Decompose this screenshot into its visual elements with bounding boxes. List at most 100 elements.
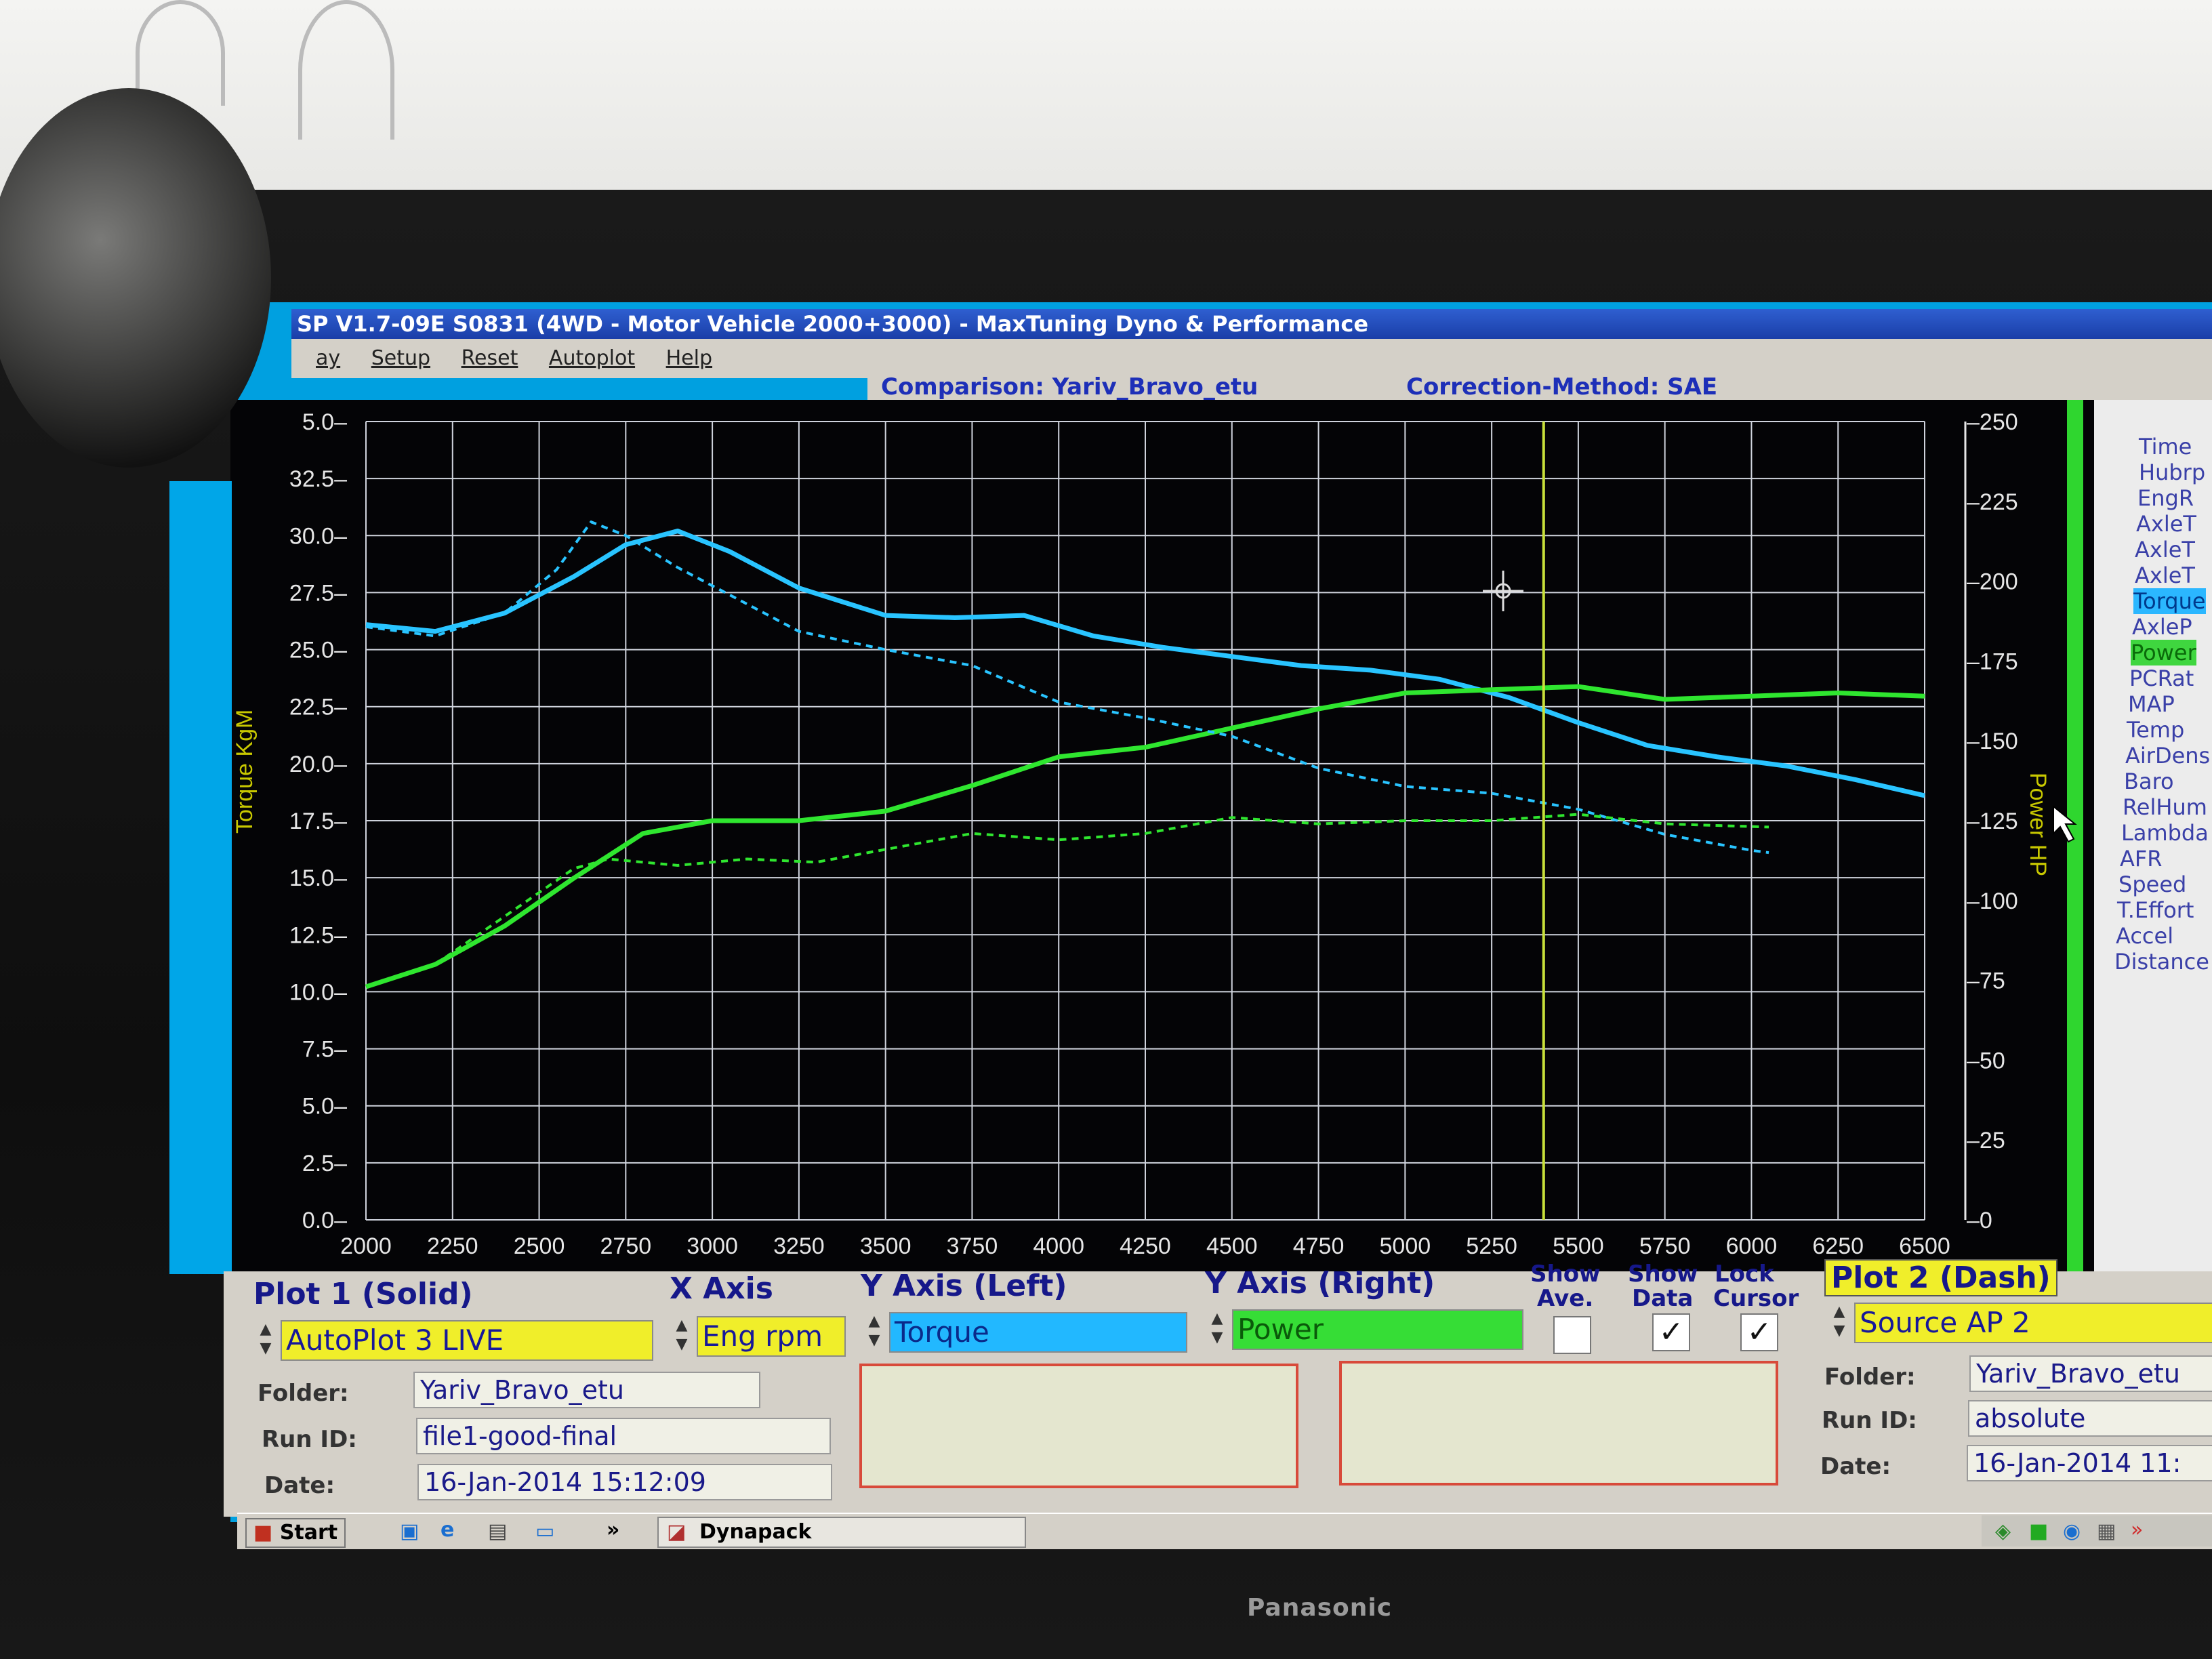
- x-tick-label: 6000: [1726, 1233, 1778, 1259]
- notes-box-left[interactable]: [859, 1364, 1298, 1488]
- y-tick-label-right: –100: [1967, 888, 2018, 914]
- tray-network-icon[interactable]: ◈: [1995, 1519, 2011, 1543]
- y-axis-label-right: Power HP: [2025, 773, 2051, 876]
- plot2-source-select[interactable]: Source AP 2: [1854, 1303, 2212, 1343]
- x-tick-label: 4500: [1206, 1233, 1258, 1259]
- y-tick-label-left: 27.5–: [289, 580, 347, 606]
- y-tick-label-left: 30.0–: [289, 523, 347, 549]
- start-label: Start: [279, 1521, 338, 1544]
- y-tick-label-left: 22.5–: [289, 695, 347, 720]
- date-label: Date:: [264, 1472, 335, 1499]
- x-tick-label: 3000: [687, 1233, 738, 1259]
- y-tick-label-right: –125: [1967, 808, 2018, 834]
- tray-arrows-icon[interactable]: »: [2131, 1518, 2143, 1542]
- y-tick-label-right: –0: [1967, 1208, 1992, 1233]
- y-tick-label-right: –200: [1967, 569, 2018, 595]
- quicklaunch-more[interactable]: »: [607, 1518, 619, 1542]
- plot1-spin-icon[interactable]: ▲ ▼: [252, 1320, 279, 1361]
- x-axis-select[interactable]: Eng rpm: [697, 1316, 846, 1357]
- runid-label: Run ID:: [262, 1426, 357, 1453]
- x-tick-label: 2000: [340, 1233, 392, 1259]
- dynapack-app-icon: ◪: [667, 1520, 687, 1544]
- y-tick-label-left: 25.0–: [289, 638, 347, 663]
- quicklaunch-desktop-icon[interactable]: ▣: [400, 1519, 419, 1543]
- y-tick-label-right: –175: [1967, 649, 2018, 674]
- lock-cursor-label-1: Lock: [1715, 1261, 1774, 1288]
- x-tick-label: 5250: [1466, 1233, 1517, 1259]
- y-tick-label-left: 0.0–: [302, 1208, 347, 1233]
- plot1-source-select[interactable]: AutoPlot 3 LIVE: [281, 1320, 653, 1361]
- quicklaunch-media-icon[interactable]: ▤: [488, 1519, 507, 1543]
- system-tray: ◈ ■ ◉ ▦ »: [1982, 1515, 2212, 1547]
- taskbar: ■ Start ▣ e ▤ ▭ » ◪ Dynapack ◈ ■ ◉ ▦ »: [237, 1513, 2212, 1549]
- plot1-folder-field[interactable]: Yariv_Bravo_etu: [413, 1372, 760, 1408]
- windows-logo-icon: ■: [253, 1521, 273, 1544]
- y-tick-label-left: 32.5–: [289, 466, 347, 492]
- series-line-power-plot-2-: [365, 813, 1769, 988]
- y-axis-left-select[interactable]: Torque: [889, 1312, 1187, 1353]
- tray-status-icon[interactable]: ■: [2029, 1519, 2048, 1543]
- show-ave-checkbox[interactable]: [1553, 1316, 1591, 1354]
- y-tick-label-right: –225: [1967, 489, 2018, 515]
- x-tick-label: 2250: [427, 1233, 478, 1259]
- x-tick-label: 3250: [773, 1233, 825, 1259]
- folder-label: Folder:: [258, 1380, 349, 1407]
- x-tick-label: 4000: [1033, 1233, 1084, 1259]
- y-tick-label-left: 20.0–: [289, 752, 347, 777]
- x-tick-label: 6500: [1899, 1233, 1950, 1259]
- tray-display-icon[interactable]: ▦: [2097, 1519, 2116, 1543]
- x-tick-label: 3500: [860, 1233, 912, 1259]
- xaxis-spin-icon[interactable]: ▲ ▼: [668, 1316, 695, 1357]
- plot1-date-field: 16-Jan-2014 15:12:09: [417, 1464, 832, 1500]
- y-tick-label-left: 5.0–: [302, 409, 347, 435]
- x-tick-label: 4250: [1120, 1233, 1171, 1259]
- plot2-label: Plot 2 (Dash): [1824, 1259, 2057, 1296]
- y-tick-label-left: 5.0–: [302, 1094, 347, 1120]
- tray-web-icon[interactable]: ◉: [2063, 1519, 2081, 1543]
- crosshair-icon: [1483, 571, 1523, 611]
- y-tick-label-right: –50: [1967, 1048, 2005, 1073]
- mouse-pointer-icon: [2053, 804, 2077, 843]
- x-tick-label: 4750: [1293, 1233, 1345, 1259]
- y-tick-label-right: –25: [1967, 1128, 2005, 1153]
- y-tick-label-left: 7.5–: [302, 1037, 347, 1063]
- plot2-folder-field[interactable]: Yariv_Bravo_etu: [1969, 1355, 2212, 1392]
- quicklaunch-ie-icon[interactable]: e: [441, 1518, 454, 1542]
- y-axis-right-label: Y Axis (Right): [1205, 1266, 1435, 1300]
- taskbar-dynapack-button[interactable]: ◪ Dynapack: [657, 1517, 1026, 1548]
- y-tick-label-left: 15.0–: [289, 865, 347, 891]
- x-axis-label: X Axis: [670, 1271, 773, 1306]
- plot-controls-panel: Plot 1 (Solid) X Axis Y Axis (Left) Y Ax…: [224, 1259, 2212, 1517]
- quicklaunch-folder-icon[interactable]: ▭: [535, 1519, 554, 1543]
- y-tick-label-right: –150: [1967, 729, 2018, 754]
- notes-box-right[interactable]: [1339, 1361, 1778, 1486]
- plot2-date-field: 16-Jan-2014 11:: [1967, 1445, 2212, 1481]
- show-data-label-1: Show: [1628, 1261, 1698, 1288]
- y-axis-label-left: Torque KgM: [232, 710, 258, 834]
- y-tick-label-left: 17.5–: [289, 808, 347, 834]
- x-tick-label: 5500: [1553, 1233, 1604, 1259]
- x-tick-label: 5750: [1639, 1233, 1691, 1259]
- show-ave-label-2: Ave.: [1537, 1285, 1594, 1312]
- x-tick-label: 6250: [1812, 1233, 1864, 1259]
- plot2-runid-field[interactable]: absolute: [1968, 1400, 2212, 1437]
- x-tick-label: 5000: [1380, 1233, 1431, 1259]
- y-tick-label-right: –75: [1967, 968, 2005, 994]
- plot2-runid-label: Run ID:: [1822, 1407, 1917, 1434]
- y-tick-label-left: 2.5–: [302, 1151, 347, 1176]
- plot2-spin-icon[interactable]: ▲ ▼: [1826, 1303, 1853, 1343]
- start-button[interactable]: ■ Start: [245, 1518, 346, 1548]
- show-data-checkbox[interactable]: ✓: [1652, 1313, 1690, 1351]
- x-tick-label: 3750: [947, 1233, 998, 1259]
- lock-cursor-label-2: Cursor: [1713, 1285, 1799, 1312]
- yleft-spin-icon[interactable]: ▲ ▼: [861, 1312, 888, 1353]
- y-axis-right-select[interactable]: Power: [1232, 1309, 1523, 1350]
- y-tick-label-right: –250: [1967, 409, 2018, 435]
- lock-cursor-checkbox[interactable]: ✓: [1740, 1313, 1778, 1351]
- dynapack-task-label: Dynapack: [699, 1520, 812, 1544]
- plot2-folder-label: Folder:: [1824, 1364, 1916, 1391]
- x-tick-label: 2750: [600, 1233, 652, 1259]
- show-data-label-2: Data: [1632, 1285, 1694, 1312]
- plot1-runid-field[interactable]: file1-good-final: [416, 1418, 831, 1454]
- yright-spin-icon[interactable]: ▲ ▼: [1204, 1309, 1231, 1350]
